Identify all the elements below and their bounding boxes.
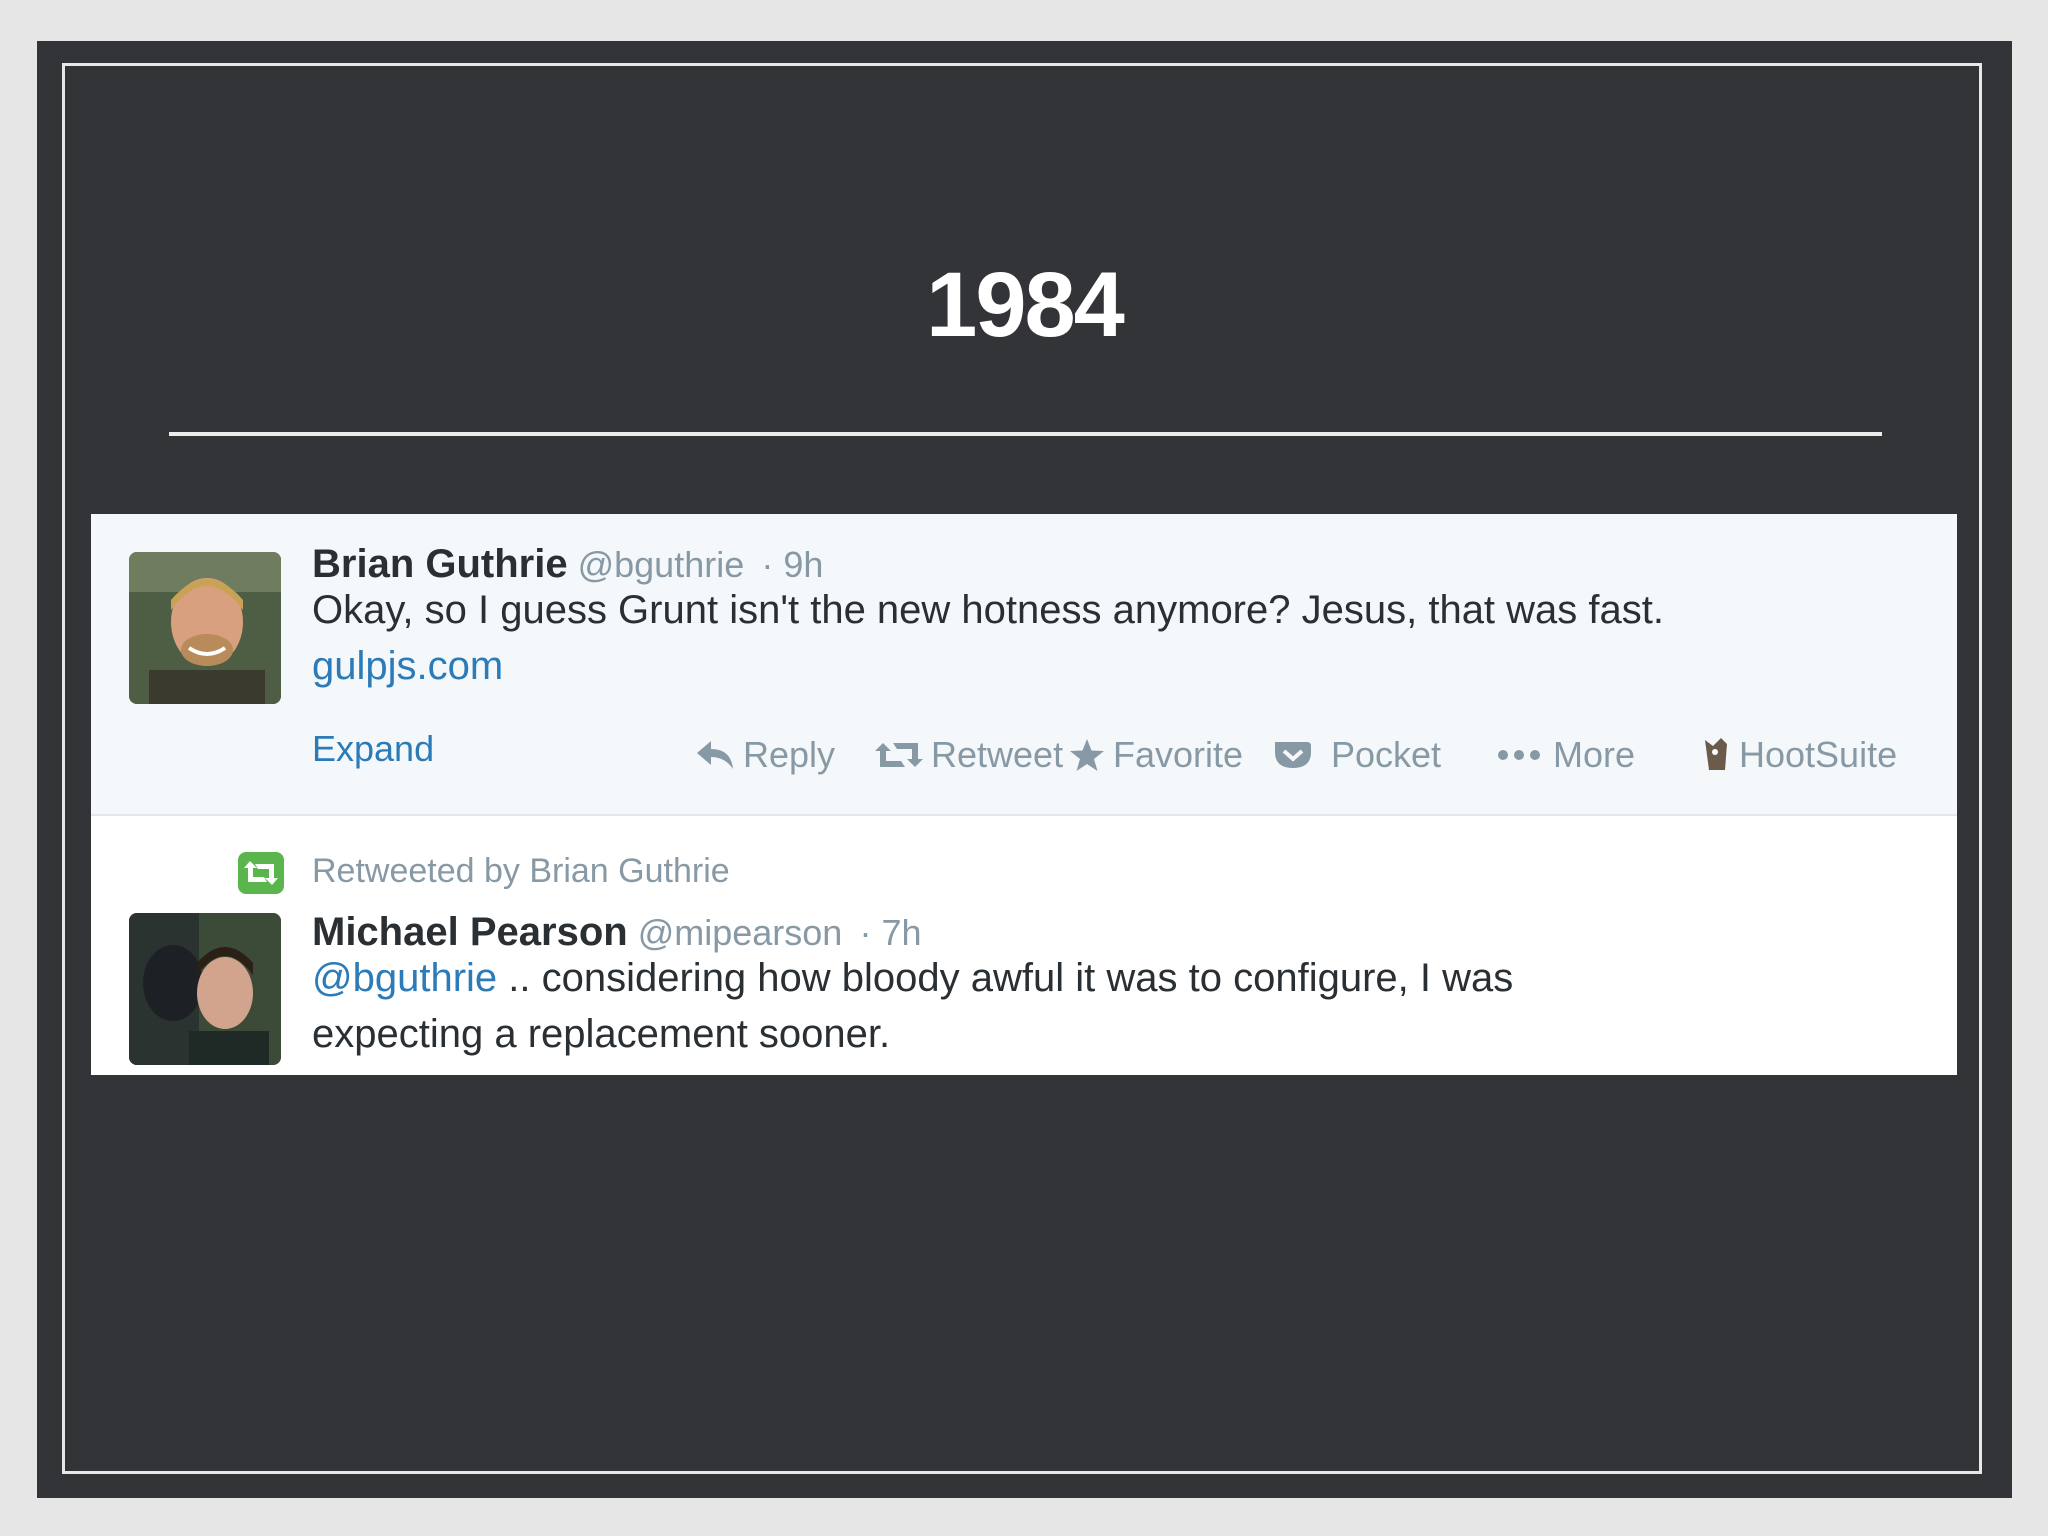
reply-icon [697, 741, 733, 769]
title-divider [169, 432, 1882, 436]
slide-title: 1984 [926, 254, 1125, 356]
avatar[interactable] [129, 552, 281, 704]
tweet-michael-pearson[interactable]: Retweeted by Brian Guthrie Michael Pears… [91, 816, 1957, 1075]
user-handle[interactable]: @mipearson [638, 912, 843, 953]
hootsuite-button[interactable]: HootSuite [1701, 734, 1897, 776]
retweeted-by-label[interactable]: Retweeted by Brian Guthrie [312, 852, 730, 891]
retweet-icon [244, 861, 278, 885]
tweet-timestamp[interactable]: · 7h [859, 912, 921, 953]
more-button[interactable]: More [1495, 734, 1635, 776]
tweet-text-line2: expecting a replacement sooner. [312, 1012, 891, 1056]
tweet-header: Brian Guthrie @bguthrie · 9h [312, 542, 823, 587]
retweet-icon [875, 743, 923, 767]
pocket-button[interactable]: Pocket [1271, 734, 1441, 776]
avatar-photo-icon [129, 552, 281, 704]
hootsuite-owl-icon [1705, 738, 1727, 770]
tweet-text-line1: .. considering how bloody awful it was t… [497, 956, 1514, 1000]
tweet-timestamp[interactable]: · 9h [761, 544, 823, 585]
retweet-label: Retweet [931, 734, 1064, 775]
more-dots-icon [1498, 750, 1540, 760]
favorite-button[interactable]: Favorite [1069, 734, 1243, 776]
tweet-link[interactable]: gulpjs.com [312, 638, 503, 694]
tweet-text: Okay, so I guess Grunt isn't the new hot… [312, 588, 1664, 632]
avatar[interactable] [129, 913, 281, 1065]
avatar-photo-icon [129, 913, 281, 1065]
user-fullname[interactable]: Michael Pearson [312, 910, 628, 954]
favorite-label: Favorite [1113, 734, 1244, 775]
tweet-brian-guthrie[interactable]: Brian Guthrie @bguthrie · 9h Okay, so I g… [91, 514, 1957, 816]
tweet-text: @bguthrie .. considering how bloody awfu… [312, 950, 1513, 1006]
reply-button[interactable]: Reply [695, 734, 835, 776]
tweet-header: Michael Pearson @mipearson · 7h [312, 910, 922, 955]
user-fullname[interactable]: Brian Guthrie [312, 542, 568, 586]
retweet-button[interactable]: Retweet [875, 734, 1063, 776]
pocket-label: Pocket [1331, 734, 1442, 775]
pocket-icon [1275, 742, 1311, 768]
star-icon [1070, 739, 1104, 771]
reply-label: Reply [743, 734, 836, 775]
mention-link[interactable]: @bguthrie [312, 956, 497, 1000]
user-handle[interactable]: @bguthrie [578, 544, 745, 585]
slide: 1984 Brian Guthrie @bguthrie · 9h Okay, … [37, 41, 2012, 1498]
more-label: More [1553, 734, 1636, 775]
hootsuite-label: HootSuite [1739, 734, 1898, 775]
retweet-badge [238, 852, 284, 894]
tweet-stream: Brian Guthrie @bguthrie · 9h Okay, so I g… [91, 514, 1957, 1075]
expand-link[interactable]: Expand [312, 728, 434, 770]
